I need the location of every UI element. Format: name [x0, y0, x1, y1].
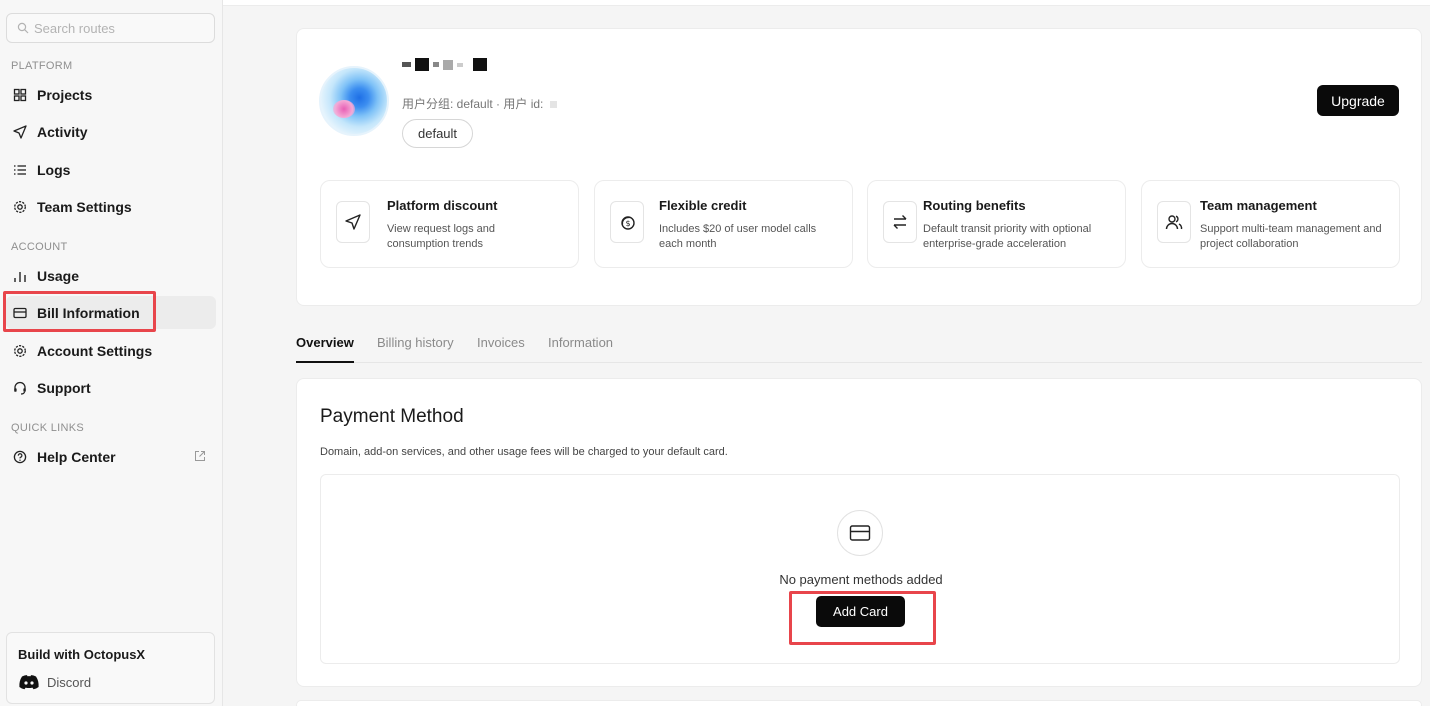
external-link-icon	[195, 451, 205, 461]
redacted-user-id	[549, 101, 557, 109]
user-meta: 用户分组: default · 用户 id:	[402, 95, 557, 112]
payment-method-card: Payment Method Domain, add-on services, …	[296, 378, 1422, 687]
top-bar	[223, 0, 1430, 6]
feature-card-routing-benefits: Routing benefits Default transit priorit…	[867, 180, 1126, 268]
sidebar-item-logs[interactable]: Logs	[6, 153, 216, 186]
avatar	[319, 66, 389, 136]
search-input[interactable]	[34, 20, 204, 36]
payment-method-title: Payment Method	[320, 406, 464, 427]
section-label-account: ACCOUNT	[11, 241, 68, 253]
credit-card-icon	[837, 510, 883, 556]
search-icon	[17, 22, 29, 34]
sidebar-item-projects[interactable]: Projects	[6, 78, 216, 111]
payment-empty-state: No payment methods added Add Card	[320, 474, 1400, 664]
next-card-edge	[296, 700, 1422, 706]
feature-description: Includes $20 of user model calls each mo…	[659, 223, 817, 250]
users-icon	[1157, 201, 1191, 243]
payment-method-description: Domain, add-on services, and other usage…	[320, 446, 728, 458]
help-circle-icon	[13, 450, 27, 464]
sidebar-item-help-center[interactable]: Help Center	[6, 440, 216, 473]
send-icon	[336, 201, 370, 243]
sidebar-item-bill-information[interactable]: Bill Information	[6, 296, 216, 329]
build-title: Build with OctopusX	[18, 647, 146, 662]
sidebar: PLATFORM Projects Activity Logs Team Set…	[0, 0, 223, 706]
feature-title: Routing benefits	[923, 198, 1026, 213]
discord-icon	[19, 675, 39, 690]
headset-icon	[13, 381, 27, 395]
build-with-box: Build with OctopusX Discord	[6, 632, 215, 704]
sidebar-item-activity[interactable]: Activity	[6, 115, 216, 148]
feature-title: Team management	[1200, 198, 1317, 213]
feature-description: Support multi-team management and projec…	[1200, 223, 1382, 250]
sidebar-item-label: Logs	[37, 161, 71, 178]
feature-description: View request logs and consumption trends	[387, 223, 496, 250]
sidebar-item-label: Help Center	[37, 448, 116, 465]
sidebar-item-label: Usage	[37, 267, 80, 284]
section-label-platform: PLATFORM	[11, 60, 73, 72]
discord-label: Discord	[47, 674, 92, 690]
search-box[interactable]	[6, 13, 215, 43]
tab-billing-history[interactable]: Billing history	[377, 335, 454, 363]
bar-chart-icon	[13, 269, 27, 283]
gear-icon	[13, 200, 27, 214]
sidebar-item-account-settings[interactable]: Account Settings	[6, 334, 216, 367]
sidebar-item-support[interactable]: Support	[6, 371, 216, 404]
svg-text:$: $	[625, 219, 630, 228]
section-label-quick-links: QUICK LINKS	[11, 422, 84, 434]
feature-title: Flexible credit	[659, 198, 747, 213]
tab-overview[interactable]: Overview	[296, 335, 354, 363]
billing-tabs: Overview Billing history Invoices Inform…	[296, 334, 1422, 363]
sidebar-item-label: Projects	[37, 86, 93, 103]
feature-description: Default transit priority with optional e…	[923, 223, 1092, 250]
swap-icon	[883, 201, 917, 243]
feature-card-flexible-credit: $ Flexible credit Includes $20 of user m…	[594, 180, 853, 268]
send-icon	[13, 124, 27, 139]
user-group-badge: default	[402, 119, 474, 148]
sidebar-item-usage[interactable]: Usage	[6, 259, 216, 292]
list-icon	[13, 163, 27, 177]
add-card-button[interactable]: Add Card	[816, 596, 905, 627]
empty-state-text: No payment methods added	[779, 572, 943, 587]
sidebar-item-label: Account Settings	[37, 342, 153, 359]
sidebar-item-label: Activity	[37, 123, 88, 140]
gear-icon	[13, 344, 27, 358]
feature-card-team-management: Team management Support multi-team manag…	[1141, 180, 1400, 268]
credit-card-icon	[13, 306, 27, 320]
coins-icon: $	[610, 201, 644, 243]
sidebar-item-label: Support	[37, 379, 91, 396]
tab-invoices[interactable]: Invoices	[477, 335, 525, 363]
discord-link[interactable]: Discord	[18, 674, 91, 690]
sidebar-item-team-settings[interactable]: Team Settings	[6, 190, 216, 223]
feature-card-platform-discount: Platform discount View request logs and …	[320, 180, 579, 268]
profile-card: 用户分组: default · 用户 id: default Upgrade P…	[296, 28, 1422, 306]
user-meta-text: 用户分组: default · 用户 id:	[402, 97, 544, 111]
sidebar-item-label: Bill Information	[37, 304, 140, 321]
tab-information[interactable]: Information	[548, 335, 613, 363]
sidebar-item-label: Team Settings	[37, 198, 132, 215]
redacted-username	[402, 58, 487, 71]
upgrade-button[interactable]: Upgrade	[1317, 85, 1399, 116]
grid-icon	[13, 88, 27, 102]
feature-title: Platform discount	[387, 198, 498, 213]
